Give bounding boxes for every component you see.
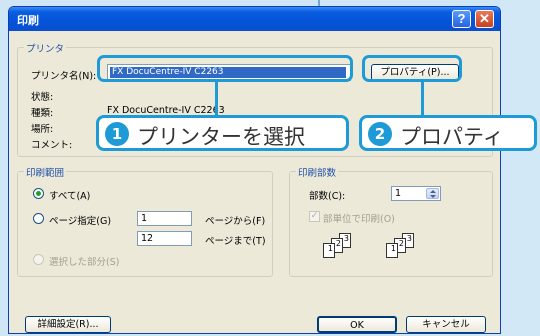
callout-1-line [215, 82, 218, 115]
range-pages-label: ページ指定(G) [49, 216, 112, 227]
type-label: 種類: [31, 108, 54, 119]
collate-label: 部単位で印刷(O) [323, 214, 395, 225]
to-page-input[interactable]: 12 [137, 231, 192, 246]
advanced-settings-button[interactable]: 詳細設定(R)... [25, 316, 111, 333]
callout-number: 1 [105, 122, 129, 146]
copies-label: 部数(C): [309, 191, 346, 202]
callout-text: プリンターを選択 [137, 125, 305, 149]
copies-value: 1 [395, 188, 402, 199]
range-pages-radio[interactable] [33, 213, 44, 224]
callout-2-line [421, 82, 424, 115]
range-all-radio[interactable] [33, 188, 44, 199]
print-range-label: 印刷範囲 [24, 165, 67, 179]
properties-highlight [362, 55, 462, 82]
callout-number: 2 [368, 122, 392, 146]
range-selection-radio[interactable] [33, 254, 44, 265]
from-page-label: ページから(F) [205, 216, 266, 227]
title-bar: 印刷 ? ✕ [9, 7, 500, 31]
copies-group-label: 印刷部数 [296, 165, 339, 179]
status-label: 状態: [31, 92, 54, 103]
comment-label: コメント: [31, 140, 73, 151]
copies-spinner[interactable] [426, 188, 439, 199]
from-page-input[interactable]: 1 [137, 211, 192, 226]
callout-properties: 2 プロパティ [359, 115, 537, 151]
collate-page: 1 [386, 243, 398, 258]
printer-group-label: プリンタ [24, 41, 67, 55]
cancel-button[interactable]: キャンセル [406, 316, 486, 333]
window-title: 印刷 [17, 14, 39, 27]
printer-name-label: プリンタ名(N): [31, 71, 97, 82]
collate-page: 1 [323, 243, 335, 258]
location-label: 場所: [31, 124, 54, 135]
ok-button[interactable]: OK [317, 316, 397, 333]
to-page-label: ページまで(T) [205, 236, 266, 247]
close-button[interactable]: ✕ [475, 10, 494, 28]
range-selection-label: 選択した部分(S) [49, 257, 120, 268]
copies-input[interactable]: 1 [391, 186, 441, 201]
help-button[interactable]: ? [452, 10, 471, 28]
collate-checkbox[interactable]: ✓ [309, 211, 320, 222]
callout-text: プロパティ [400, 125, 504, 149]
printer-highlight [97, 55, 353, 82]
callout-select-printer: 1 プリンターを選択 [96, 115, 349, 151]
range-all-label: すべて(A) [49, 191, 91, 202]
background-strip [500, 0, 540, 336]
